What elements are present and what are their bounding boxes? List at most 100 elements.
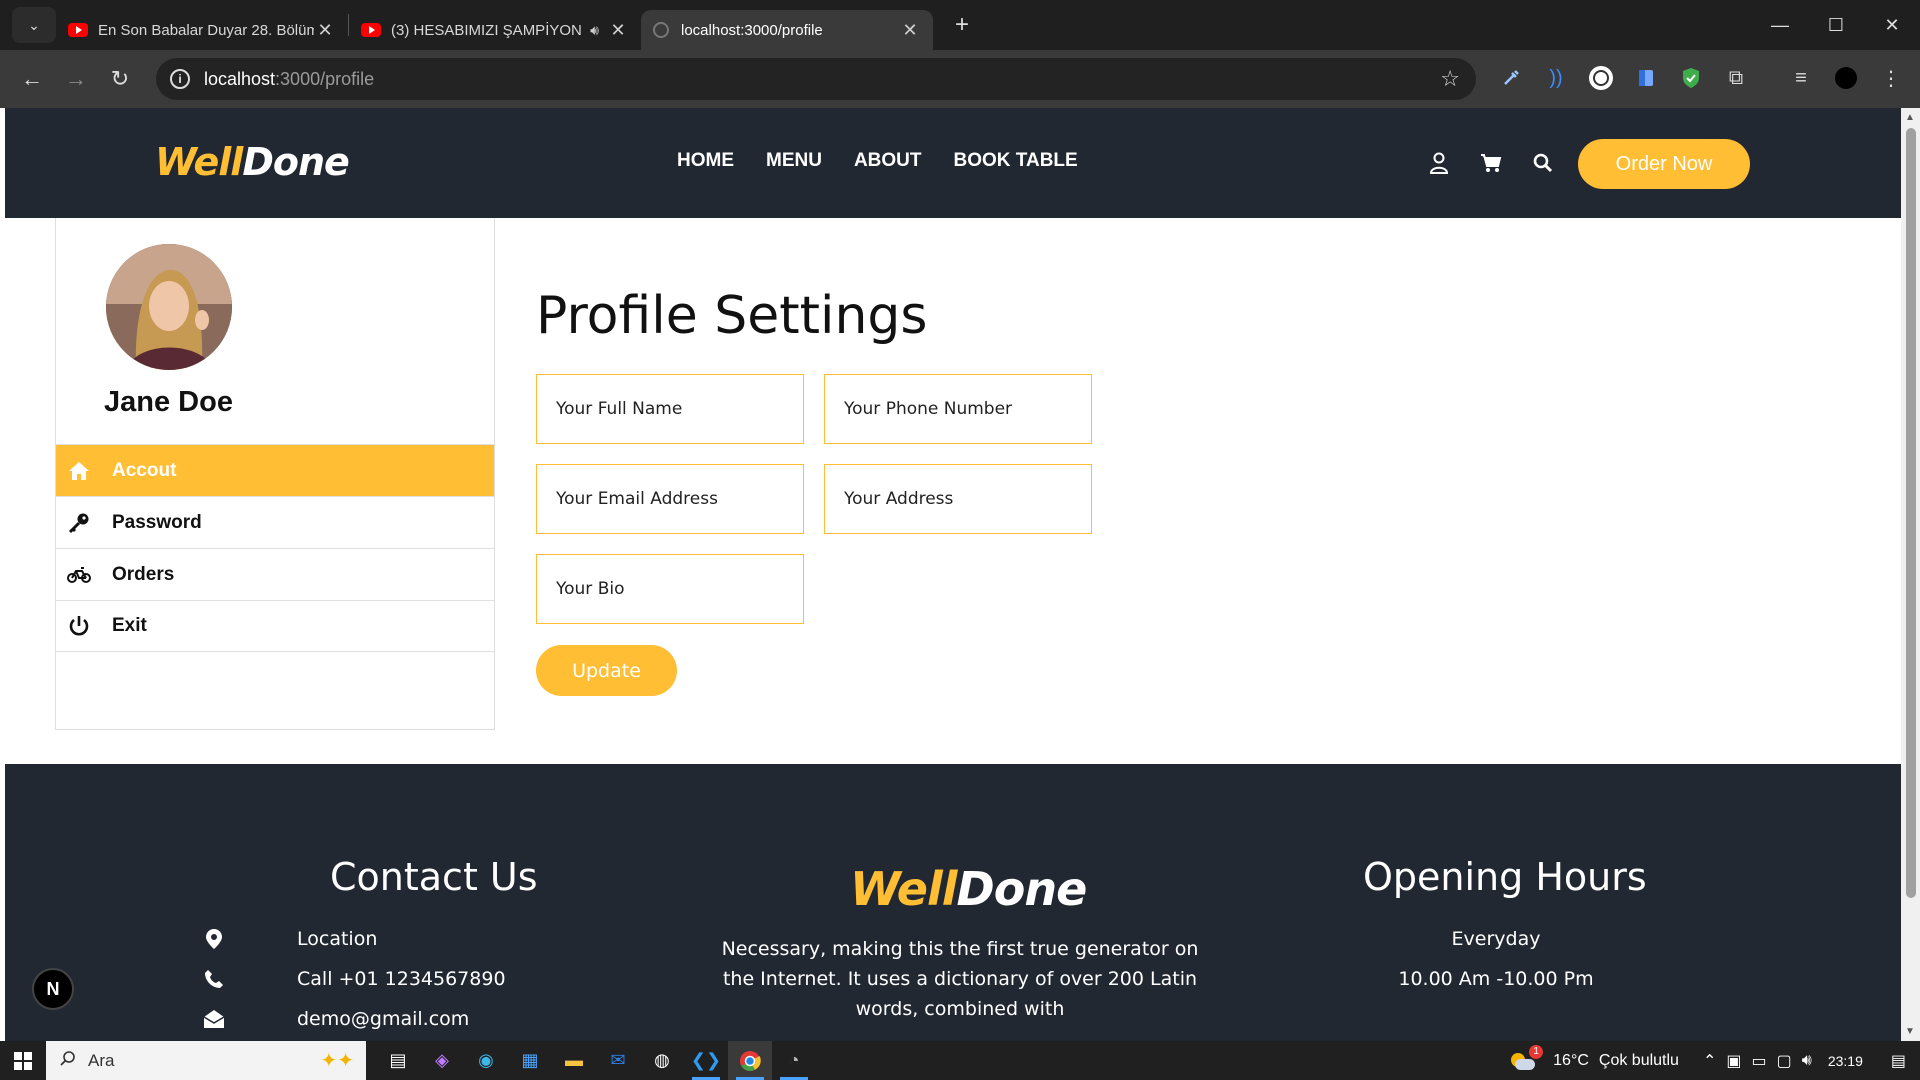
page-scrollbar[interactable]: ▲ ▼ [1901, 108, 1920, 1041]
nav-about-link[interactable]: ABOUT [854, 150, 922, 172]
browser-tab-2[interactable]: (3) HESABIMIZI ŞAMPİYON… 🔊︎ ✕ [349, 10, 641, 50]
menu-item-exit[interactable]: Exit [56, 600, 494, 652]
bicycle-icon [66, 564, 92, 586]
footer-logo[interactable]: WellDone [850, 862, 1087, 916]
update-button[interactable]: Update [536, 645, 677, 696]
chevron-up-icon[interactable]: ⌃ [1703, 1051, 1716, 1071]
minimize-button[interactable]: — [1752, 0, 1808, 50]
footer-description: Necessary, making this the first true ge… [721, 938, 1199, 1020]
weather-icon[interactable] [1509, 1051, 1536, 1071]
address-host: localhost [204, 68, 276, 89]
reload-button[interactable]: ↻ [98, 57, 142, 101]
device-icon[interactable]: ▣ [1726, 1051, 1741, 1071]
page-viewport: WellDone HOME MENU ABOUT BOOK TABLE Orde… [5, 108, 1901, 1041]
avatar [106, 244, 232, 370]
close-tab-icon[interactable]: ✕ [899, 20, 921, 41]
logo-part-2: Done [242, 140, 349, 184]
vpn-extension-icon[interactable] [1585, 62, 1617, 94]
menu-item-label: Password [112, 511, 202, 533]
close-tab-icon[interactable]: ✕ [314, 20, 336, 41]
store-icon[interactable]: ▦ [508, 1041, 552, 1080]
email-field[interactable] [536, 464, 804, 534]
edge-icon[interactable]: ◉ [464, 1041, 508, 1080]
contact-email[interactable]: demo@gmail.com [203, 1008, 469, 1030]
scrollbar-thumb[interactable] [1906, 128, 1916, 898]
address-field[interactable] [824, 464, 1092, 534]
task-view-icon[interactable]: ▤ [376, 1041, 420, 1080]
windows-start-button[interactable] [0, 1041, 46, 1080]
logo-part-1: Well [155, 140, 243, 184]
file-explorer-icon[interactable]: ▬ [552, 1041, 596, 1080]
bookmark-star-icon[interactable]: ☆ [1440, 66, 1460, 92]
profile-menu: Accout Password Orders Exit [56, 444, 494, 652]
app-icon[interactable]: ◔ [772, 1041, 816, 1080]
new-tab-button[interactable]: + [945, 8, 979, 42]
taskbar-search-placeholder: Ara [88, 1050, 115, 1070]
search-icon[interactable] [1530, 150, 1556, 176]
menu-item-account[interactable]: Accout [56, 444, 494, 496]
browser-tab-1[interactable]: En Son Babalar Duyar 28. Bölüm ✕ [56, 10, 348, 50]
site-footer: Contact Us Location Call +01 1234567890 … [5, 764, 1901, 1041]
close-tab-icon[interactable]: ✕ [607, 20, 629, 41]
search-icon [60, 1050, 76, 1071]
contact-location[interactable]: Location [203, 928, 377, 950]
menu-item-password[interactable]: Password [56, 496, 494, 548]
speaker-icon[interactable]: 🔊︎ [590, 22, 599, 39]
cart-icon[interactable] [1478, 150, 1504, 176]
nav-menu-link[interactable]: MENU [766, 150, 822, 172]
order-now-button[interactable]: Order Now [1578, 139, 1750, 189]
user-icon[interactable] [1426, 150, 1452, 176]
scroll-down-arrow-icon[interactable]: ▼ [1905, 1026, 1915, 1037]
media-control-icon[interactable]: ≡ [1785, 62, 1817, 94]
browser-tab-strip: ⌄ En Son Babalar Duyar 28. Bölüm ✕ (3) H… [0, 0, 1920, 50]
close-window-button[interactable]: ✕ [1864, 0, 1920, 50]
weather-temp[interactable]: 16°C [1553, 1052, 1589, 1070]
weather-desc[interactable]: Çok bulutlu [1599, 1052, 1679, 1070]
site-logo[interactable]: WellDone [155, 140, 350, 184]
document-extension-icon[interactable] [1630, 62, 1662, 94]
nav-home-link[interactable]: HOME [677, 150, 734, 172]
wifi-extension-icon[interactable]: )) [1540, 62, 1572, 94]
obs-icon[interactable]: ◍ [640, 1041, 684, 1080]
volume-icon[interactable]: 🔊︎ [1802, 1052, 1812, 1070]
chrome-icon[interactable] [728, 1041, 772, 1080]
tab-search-button[interactable]: ⌄ [12, 7, 56, 43]
eyedropper-extension-icon[interactable] [1495, 62, 1527, 94]
battery-icon[interactable]: ▭ [1751, 1051, 1766, 1071]
network-icon[interactable]: ▢ [1777, 1051, 1792, 1071]
browser-menu-icon[interactable]: ⋮ [1875, 62, 1907, 94]
tab-title: (3) HESABIMIZI ŞAMPİYON… [391, 21, 583, 39]
taskbar-search-box[interactable]: Ara ✦✦ [46, 1041, 366, 1080]
youtube-icon [361, 23, 381, 37]
location-text: Location [297, 928, 378, 950]
profile-avatar-icon[interactable] [1830, 62, 1862, 94]
puzzle-extensions-icon[interactable]: ⧉ [1720, 62, 1752, 94]
vscode-icon[interactable]: ❮❯ [684, 1041, 728, 1080]
opening-hours-title: Opening Hours [1363, 855, 1647, 899]
clock-time[interactable]: 23:19 [1828, 1053, 1863, 1069]
browser-toolbar: ← → ↻ i localhost:3000/profile ☆ )) ⧉ ≡ … [0, 50, 1920, 108]
address-bar[interactable]: i localhost:3000/profile ☆ [156, 58, 1476, 100]
back-button[interactable]: ← [10, 57, 54, 101]
maximize-button[interactable]: ☐ [1808, 0, 1864, 50]
copilot-icon[interactable]: ◈ [420, 1041, 464, 1080]
menu-item-label: Accout [112, 459, 177, 481]
nav-book-table-link[interactable]: BOOK TABLE [954, 150, 1078, 172]
envelope-open-icon [203, 1008, 225, 1030]
notification-icon[interactable]: ▤ [1891, 1051, 1906, 1071]
browser-tab-3[interactable]: localhost:3000/profile ✕ [641, 10, 933, 50]
bio-field[interactable] [536, 554, 804, 624]
shield-extension-icon[interactable] [1675, 62, 1707, 94]
full-name-field[interactable] [536, 374, 804, 444]
forward-button[interactable]: → [54, 57, 98, 101]
system-tray: 1 16°C Çok bulutlu ⌃ ▣ ▭ ▢ 🔊︎ 23:19 ▤ [1509, 1041, 1920, 1080]
scroll-up-arrow-icon[interactable]: ▲ [1905, 112, 1915, 123]
outlook-icon[interactable]: ✉ [596, 1041, 640, 1080]
nextjs-dev-badge[interactable]: N [32, 968, 74, 1010]
contact-phone[interactable]: Call +01 1234567890 [203, 968, 506, 990]
site-info-icon[interactable]: i [170, 69, 190, 89]
phone-icon [203, 968, 225, 990]
youtube-icon [68, 23, 88, 37]
menu-item-orders[interactable]: Orders [56, 548, 494, 600]
phone-field[interactable] [824, 374, 1092, 444]
